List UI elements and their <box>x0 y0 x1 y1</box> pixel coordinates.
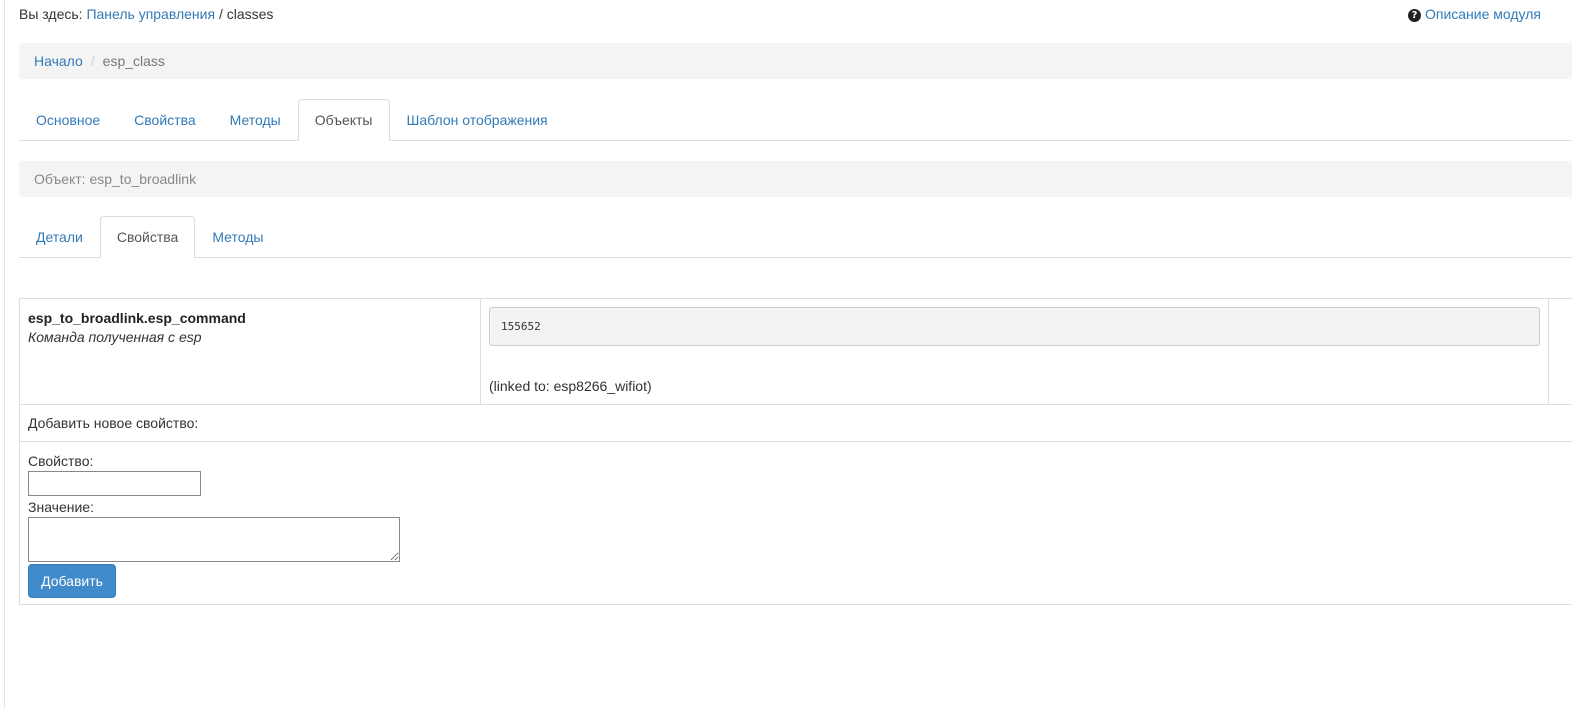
table-row: esp_to_broadlink.esp_command Команда пол… <box>20 299 1572 405</box>
tab-object-properties[interactable]: Свойства <box>99 216 196 258</box>
location-current: classes <box>226 6 274 22</box>
object-tabs: Детали Свойства Методы <box>19 216 1572 258</box>
tab-object-details[interactable]: Детали <box>19 216 100 257</box>
property-name: esp_to_broadlink.esp_command <box>28 310 246 326</box>
value-textarea[interactable] <box>28 517 400 562</box>
property-field-label: Свойство: <box>28 453 94 469</box>
question-circle-icon: ? <box>1407 9 1421 22</box>
property-name-cell: esp_to_broadlink.esp_command Команда пол… <box>20 299 481 404</box>
property-value-field[interactable]: 155652 <box>489 307 1540 346</box>
tab-methods[interactable]: Методы <box>213 99 298 140</box>
object-title-bar: Объект: esp_to_broadlink <box>19 161 1572 197</box>
object-title: Объект: esp_to_broadlink <box>34 171 197 187</box>
breadcrumb-current: esp_class <box>102 53 165 69</box>
property-description: Команда полученная с esp <box>28 329 202 345</box>
tab-object-methods[interactable]: Методы <box>195 216 280 257</box>
value-field-label: Значение: <box>28 499 94 515</box>
breadcrumb: Начало / esp_class <box>19 43 1572 79</box>
tab-objects[interactable]: Объекты <box>297 99 390 141</box>
breadcrumb-home-link[interactable]: Начало <box>34 53 83 69</box>
module-help-link[interactable]: ? Описание модуля <box>1407 5 1541 23</box>
location-separator: / <box>218 6 223 22</box>
tab-display-template[interactable]: Шаблон отображения <box>390 99 565 140</box>
page: Вы здесь: Панель управления / classes ? О… <box>0 0 1572 708</box>
add-property-header: Добавить новое свойство: <box>20 405 1572 442</box>
left-divider <box>4 0 5 708</box>
location-prefix: Вы здесь: <box>19 6 83 22</box>
breadcrumb-separator: / <box>90 53 95 69</box>
control-panel-link[interactable]: Панель управления <box>86 6 215 22</box>
property-value-cell: 155652 (linked to: esp8266_wifiot) <box>481 299 1549 404</box>
location-line: Вы здесь: Панель управления / classes <box>19 5 273 23</box>
tab-main[interactable]: Основное <box>19 99 117 140</box>
property-input[interactable] <box>28 471 201 496</box>
properties-table: esp_to_broadlink.esp_command Команда пол… <box>19 298 1572 605</box>
tab-properties[interactable]: Свойства <box>117 99 212 140</box>
module-help-label[interactable]: Описание модуля <box>1425 6 1541 22</box>
add-button[interactable]: Добавить <box>28 564 116 598</box>
property-linked-text: (linked to: esp8266_wifiot) <box>489 378 652 394</box>
main-tabs: Основное Свойства Методы Объекты Шаблон … <box>19 99 1572 141</box>
add-property-form: Свойство: Значение: Добавить <box>20 442 1572 604</box>
